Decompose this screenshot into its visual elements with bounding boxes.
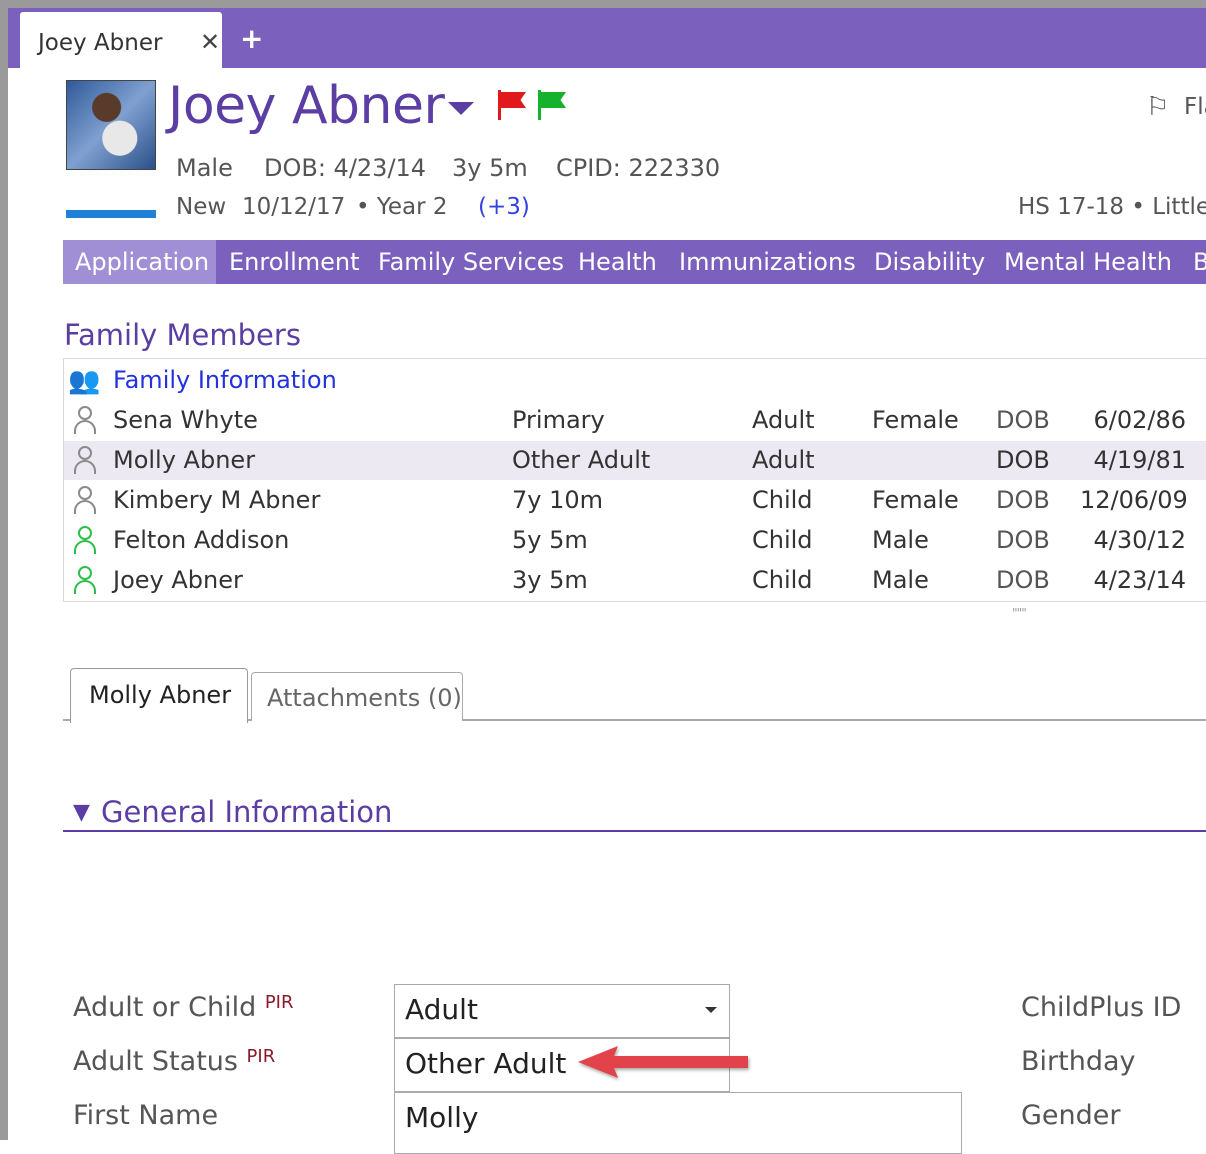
annotation-arrow xyxy=(578,1046,748,1078)
member-name[interactable]: Joey Abner xyxy=(113,566,243,594)
select-value: Adult xyxy=(405,993,478,1026)
member-role: Primary xyxy=(512,406,605,434)
year-text: • Year 2 xyxy=(356,194,448,220)
first-name-field[interactable]: Molly xyxy=(394,1092,962,1154)
document-tab-bar: Joey Abner ✕ + xyxy=(8,8,1206,68)
section-divider xyxy=(63,830,1206,832)
member-dob-label: DOB xyxy=(996,406,1050,434)
resize-grip[interactable]: '''''' xyxy=(1012,606,1027,620)
person-green-icon xyxy=(74,566,96,594)
childplus-id-label: ChildPlus ID xyxy=(1021,992,1182,1023)
more-enrollments-link[interactable]: (+3) xyxy=(478,194,530,220)
member-gender: Male xyxy=(872,526,929,554)
gender-text: Male xyxy=(176,154,233,182)
child-name: Joey Abner xyxy=(168,76,445,136)
person-green-icon xyxy=(74,526,96,554)
tab-label: Molly Abner xyxy=(89,681,232,709)
window-frame-left xyxy=(0,0,8,1140)
member-gender: Female xyxy=(872,406,959,434)
tab-molly-abner[interactable]: Molly Abner xyxy=(70,668,248,723)
program-text: HS 17-18 • Little xyxy=(1018,194,1206,220)
member-gender: Male xyxy=(872,566,929,594)
tab-more[interactable]: B xyxy=(1193,248,1206,276)
flags-button-label[interactable]: Fla xyxy=(1184,94,1206,120)
member-type: Child xyxy=(752,526,813,554)
person-outline-icon xyxy=(74,406,96,434)
child-photo[interactable] xyxy=(66,80,156,170)
member-type: Adult xyxy=(752,446,815,474)
person-outline-icon xyxy=(74,446,96,474)
window-frame-top xyxy=(0,0,1206,8)
adult-or-child-select[interactable]: Adult xyxy=(394,984,730,1038)
birthday-label: Birthday xyxy=(1021,1046,1136,1077)
member-dob: 4/23/14 xyxy=(1093,566,1186,594)
person-outline-icon xyxy=(74,486,96,514)
tab-label: Joey Abner xyxy=(38,30,163,56)
pir-tag: PIR xyxy=(264,992,294,1013)
member-role: 3y 5m xyxy=(512,566,588,594)
add-tab-icon[interactable]: + xyxy=(240,22,263,55)
tab-joey-abner[interactable]: Joey Abner ✕ xyxy=(20,12,222,68)
family-members-title: Family Members xyxy=(64,318,301,352)
member-dob-label: DOB xyxy=(996,446,1050,474)
member-type: Child xyxy=(752,566,813,594)
adult-status-label: Adult Status PIR xyxy=(73,1046,276,1077)
member-dob: 4/30/12 xyxy=(1093,526,1186,554)
member-gender: Female xyxy=(872,486,959,514)
tab-application[interactable]: Application xyxy=(75,248,209,276)
member-dob: 12/06/09 xyxy=(1080,486,1188,514)
tab-family-services[interactable]: Family Services xyxy=(378,248,564,276)
tab-health[interactable]: Health xyxy=(578,248,657,276)
flag-outline-icon[interactable]: ⚐ xyxy=(1146,92,1169,122)
member-role: 5y 5m xyxy=(512,526,588,554)
member-dob: 4/19/81 xyxy=(1093,446,1186,474)
member-name[interactable]: Felton Addison xyxy=(113,526,289,554)
member-name[interactable]: Sena Whyte xyxy=(113,406,258,434)
general-information-title[interactable]: General Information xyxy=(101,795,392,829)
pir-tag: PIR xyxy=(246,1046,276,1067)
tab-label: Attachments (0) xyxy=(267,684,462,712)
age-text: 3y 5m xyxy=(452,154,528,182)
family-information-link[interactable]: Family Information xyxy=(113,366,337,394)
select-value: Other Adult xyxy=(405,1047,567,1080)
chevron-down-icon[interactable] xyxy=(705,1007,717,1013)
adult-or-child-label: Adult or Child PIR xyxy=(73,992,294,1023)
status-bar xyxy=(66,210,156,218)
tab-enrollment[interactable]: Enrollment xyxy=(229,248,360,276)
tab-attachments[interactable]: Attachments (0) xyxy=(251,672,463,721)
member-dob-label: DOB xyxy=(996,526,1050,554)
close-icon[interactable]: ✕ xyxy=(200,28,220,56)
module-nav: Application Enrollment Family Services H… xyxy=(63,240,1206,284)
member-role: 7y 10m xyxy=(512,486,604,514)
gender-label: Gender xyxy=(1021,1100,1121,1131)
input-value: Molly xyxy=(405,1101,479,1134)
member-name[interactable]: Kimbery M Abner xyxy=(113,486,320,514)
member-dob-label: DOB xyxy=(996,486,1050,514)
chevron-down-icon[interactable]: ▼ xyxy=(73,800,90,825)
member-type: Adult xyxy=(752,406,815,434)
dob-text: DOB: 4/23/14 xyxy=(264,154,427,182)
cpid-text: CPID: 222330 xyxy=(556,154,721,182)
member-dob: 6/02/86 xyxy=(1093,406,1186,434)
enroll-date: 10/12/17 xyxy=(242,194,346,220)
status-text: New xyxy=(176,194,227,220)
chevron-down-icon[interactable] xyxy=(448,102,474,115)
member-dob-label: DOB xyxy=(996,566,1050,594)
tab-immunizations[interactable]: Immunizations xyxy=(679,248,856,276)
first-name-label: First Name xyxy=(73,1100,219,1131)
family-group-icon: 👥 xyxy=(68,366,101,396)
member-type: Child xyxy=(752,486,813,514)
tab-disability[interactable]: Disability xyxy=(874,248,985,276)
member-role: Other Adult xyxy=(512,446,651,474)
tab-mental-health[interactable]: Mental Health xyxy=(1004,248,1172,276)
member-name[interactable]: Molly Abner xyxy=(113,446,255,474)
